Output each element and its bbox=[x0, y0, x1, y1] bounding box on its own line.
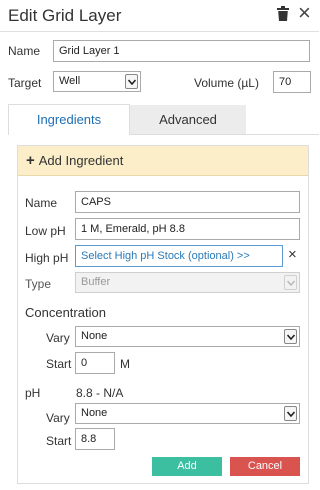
clear-icon[interactable]: × bbox=[288, 246, 297, 263]
add-ingredient-title: Add Ingredient bbox=[38, 153, 124, 168]
type-select-value: Buffer bbox=[81, 276, 111, 288]
ph-vary-select[interactable]: None bbox=[75, 403, 300, 424]
ph-range: 8.8 - N/A bbox=[76, 386, 124, 400]
ph-vary-label: Vary bbox=[46, 411, 70, 425]
ph-start-input[interactable]: 8.8 bbox=[75, 428, 115, 450]
header-divider bbox=[0, 31, 319, 32]
chevron-down-icon bbox=[284, 329, 297, 344]
trash-icon[interactable] bbox=[277, 6, 291, 22]
target-label: Target bbox=[8, 76, 42, 90]
low-ph-input[interactable]: 1 M, Emerald, pH 8.8 bbox=[75, 218, 300, 240]
target-select-value: Well bbox=[59, 75, 81, 87]
ingredient-name-input[interactable]: CAPS bbox=[75, 191, 300, 213]
ingredient-name-label: Name bbox=[25, 196, 58, 210]
ph-start-label: Start bbox=[46, 434, 72, 448]
close-icon[interactable]: × bbox=[298, 2, 311, 24]
chevron-down-icon bbox=[284, 406, 297, 421]
low-ph-label: Low pH bbox=[25, 224, 66, 238]
high-ph-label: High pH bbox=[25, 251, 69, 265]
window-title: Edit Grid Layer bbox=[8, 6, 122, 25]
tab-ingredients[interactable]: Ingredients bbox=[8, 104, 130, 135]
high-ph-selector[interactable]: Select High pH Stock (optional) >> bbox=[75, 245, 283, 267]
type-label: Type bbox=[25, 277, 52, 291]
conc-vary-value: None bbox=[81, 330, 108, 342]
cancel-button[interactable]: Cancel bbox=[230, 457, 300, 476]
add-button[interactable]: Add bbox=[152, 457, 222, 476]
conc-start-input[interactable]: 0 bbox=[75, 352, 115, 374]
concentration-title: Concentration bbox=[25, 305, 106, 320]
type-select: Buffer bbox=[75, 272, 300, 293]
chevron-down-icon bbox=[284, 275, 297, 290]
conc-vary-label: Vary bbox=[46, 331, 70, 345]
chevron-down-icon bbox=[125, 74, 138, 89]
volume-input[interactable]: 70 bbox=[273, 71, 311, 93]
volume-label: Volume (µL) bbox=[194, 76, 259, 90]
layer-name-label: Name bbox=[8, 44, 41, 58]
add-ingredient-header[interactable]: + Add Ingredient bbox=[18, 146, 308, 176]
plus-icon: + bbox=[26, 152, 35, 169]
ph-vary-value: None bbox=[81, 407, 108, 419]
target-select[interactable]: Well bbox=[53, 71, 141, 92]
conc-start-label: Start bbox=[46, 357, 72, 371]
ph-label: pH bbox=[25, 386, 41, 400]
conc-unit: M bbox=[120, 357, 130, 371]
tab-advanced[interactable]: Advanced bbox=[130, 105, 246, 136]
layer-name-input[interactable]: Grid Layer 1 bbox=[53, 40, 310, 62]
conc-vary-select[interactable]: None bbox=[75, 326, 300, 347]
